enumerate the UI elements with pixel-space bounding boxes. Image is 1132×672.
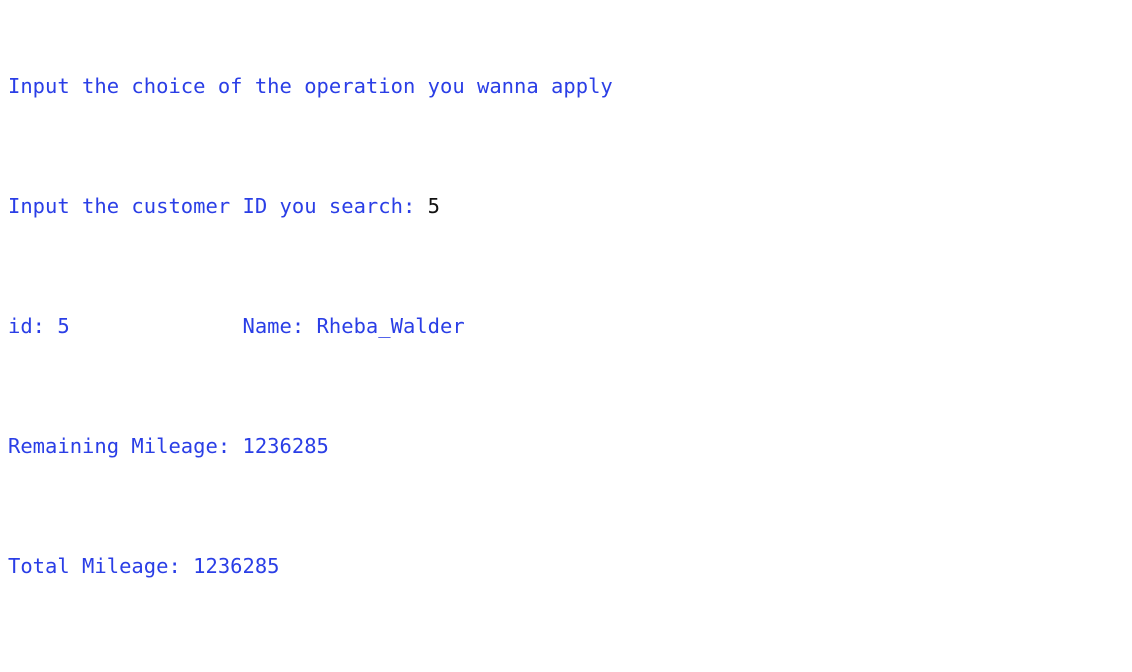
terminal-console[interactable]: Input the choice of the operation you wa… bbox=[0, 0, 1132, 672]
total-mileage-text: Total Mileage: 1236285 bbox=[8, 554, 280, 578]
customer-id-name-line: id: 5 Name: Rheba_Walder bbox=[8, 311, 995, 341]
terminal-output-area: Input the choice of the operation you wa… bbox=[8, 0, 995, 672]
remaining-mileage-text: Remaining Mileage: 1236285 bbox=[8, 434, 329, 458]
customer-id-input-value[interactable]: 5 bbox=[428, 194, 440, 218]
customer-id-prompt-label: Input the customer ID you search: bbox=[8, 194, 428, 218]
remaining-mileage-line: Remaining Mileage: 1236285 bbox=[8, 431, 995, 461]
total-mileage-line: Total Mileage: 1236285 bbox=[8, 551, 995, 581]
customer-id-prompt-line: Input the customer ID you search: 5 bbox=[8, 191, 995, 221]
clipped-header-text: Input the choice of the operation you wa… bbox=[8, 74, 613, 98]
customer-id-name-text: id: 5 Name: Rheba_Walder bbox=[8, 314, 465, 338]
clipped-header-line: Input the choice of the operation you wa… bbox=[8, 71, 995, 101]
